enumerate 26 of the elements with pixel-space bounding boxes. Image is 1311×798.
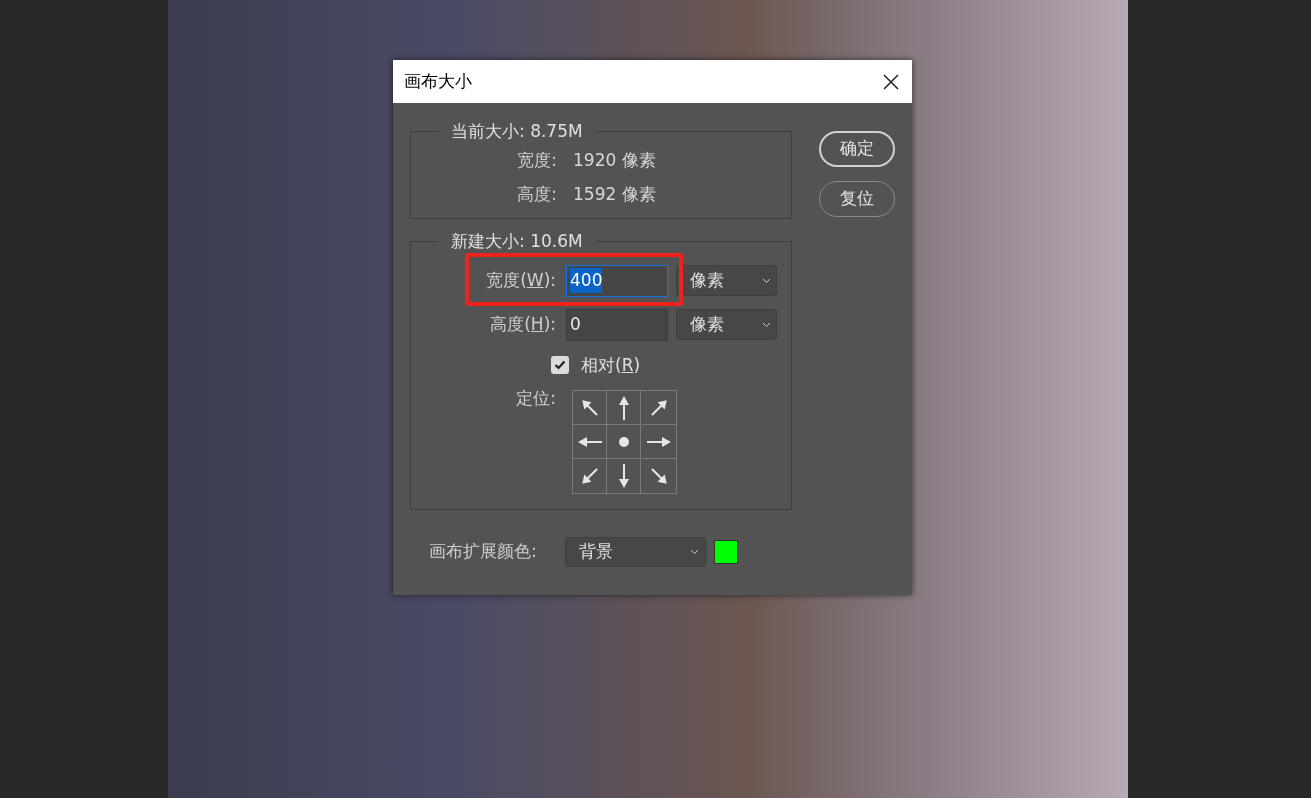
close-icon[interactable] [882,72,900,91]
field-value: 1920 像素 [573,148,656,172]
unit-dropdown[interactable]: 像素 [676,265,777,296]
dialog-button[interactable]: 确定 [819,131,895,167]
group-legend: 新建大小: 10.6M [439,229,595,255]
input-field[interactable]: 400 [566,264,668,297]
field-label: 宽度(W): [486,269,556,290]
field-label: 定位: [515,387,556,410]
field-label: 宽度: [516,148,557,172]
field-label: 高度(H): [490,313,556,334]
chevron-down-icon [762,277,771,284]
window-title: 画布大小 [404,69,472,93]
checkbox-label: 相对(R) [581,353,641,377]
check-icon [554,360,566,371]
color-dropdown[interactable]: 背景 [565,537,706,567]
anchor-cell[interactable] [607,425,642,459]
unit-dropdown[interactable]: 像素 [676,309,777,340]
field-label: 高度: [516,183,557,206]
input-field[interactable]: 0 [566,308,668,341]
color-swatch[interactable] [714,540,738,564]
group-legend: 当前大小: 8.75M [439,119,595,145]
chevron-down-icon [762,321,771,328]
checkbox[interactable] [551,356,569,375]
field-value: 1592 像素 [573,183,656,206]
field-label: 画布扩展颜色: [429,540,538,564]
chevron-down-icon [690,549,699,555]
